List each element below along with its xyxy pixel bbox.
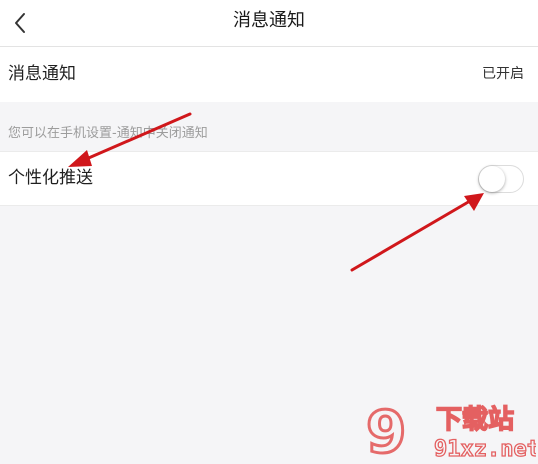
notification-label: 消息通知: [8, 64, 76, 84]
back-button[interactable]: [0, 0, 40, 46]
setting-row-notification[interactable]: 消息通知 已开启: [0, 47, 538, 102]
watermark-site-name: 下载站: [436, 405, 514, 435]
personalized-push-label: 个性化推送: [8, 168, 93, 188]
watermark-logo-icon: 9: [366, 398, 406, 462]
site-watermark: 9 下载站 91xz.net: [365, 398, 537, 462]
setting-row-personalized-push: 个性化推送: [0, 151, 538, 206]
chevron-left-icon: [14, 12, 26, 34]
notification-status: 已开启: [482, 66, 524, 82]
watermark-site-url: 91xz.net: [434, 437, 536, 462]
toggle-knob: [479, 166, 505, 192]
personalized-push-toggle[interactable]: [478, 165, 524, 193]
notification-hint: 您可以在手机设置-通知中关闭通知: [8, 126, 208, 141]
page-title: 消息通知: [233, 10, 305, 31]
nav-bar: 消息通知: [0, 0, 538, 47]
